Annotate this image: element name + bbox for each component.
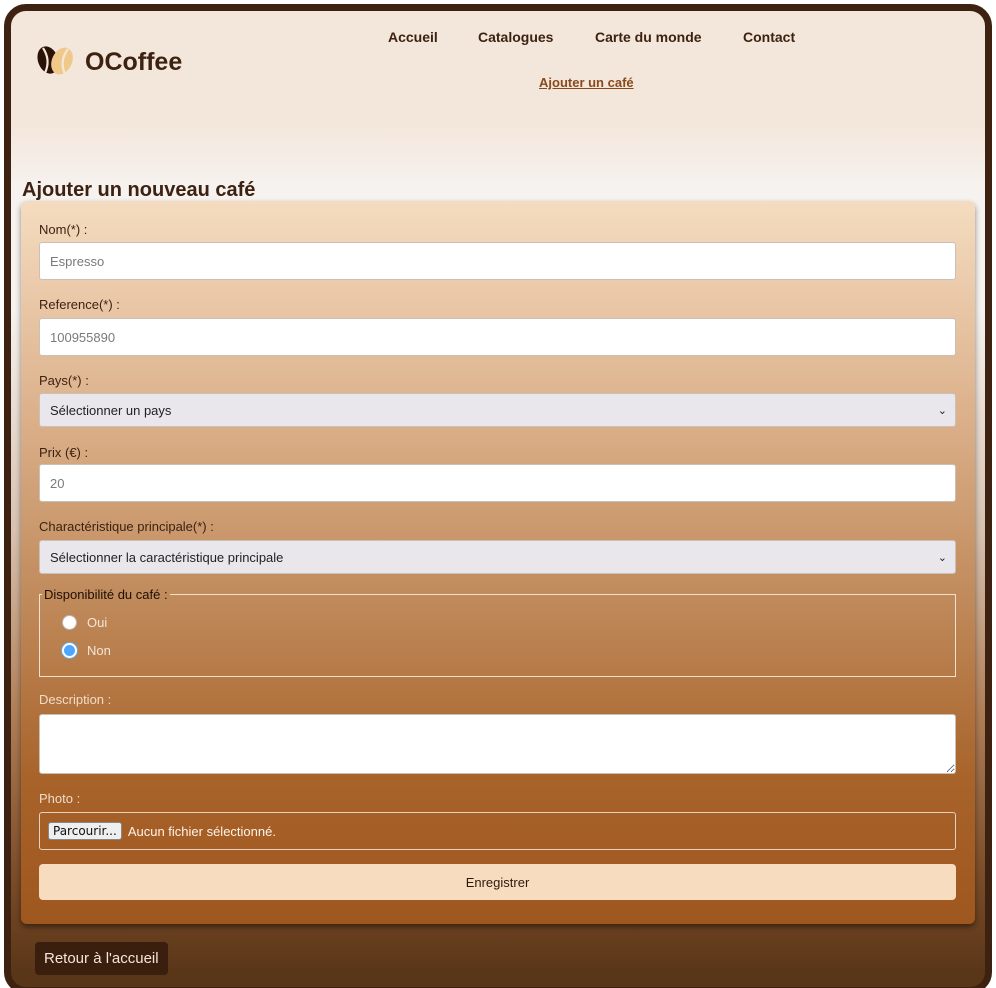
description-textarea[interactable] [39,714,956,774]
add-coffee-form: Nom(*) : Reference(*) : Pays(*) : Sélect… [21,201,975,924]
photo-label: Photo : [39,791,81,806]
page-title: Ajouter un nouveau café [22,179,256,201]
availability-option-non[interactable]: Non [62,636,955,664]
app-frame: OCoffee Accueil Catalogues Carte du mond… [4,4,992,988]
country-select[interactable]: Sélectionner un pays ⌄ [39,393,956,427]
coffee-bean-icon [35,43,75,82]
reference-input[interactable] [39,318,956,356]
name-label: Nom(*) : [39,222,88,237]
nav-contact[interactable]: Contact [743,29,795,45]
country-select-value: Sélectionner un pays [50,402,172,418]
characteristic-select-value: Sélectionner la caractéristique principa… [50,549,284,565]
radio-checked[interactable] [62,642,77,658]
logo-text: OCoffee [85,48,183,76]
characteristic-label: Charactéristique principale(*) : [39,519,214,534]
save-button[interactable]: Enregistrer [39,864,956,900]
characteristic-select[interactable]: Sélectionner la caractéristique principa… [39,540,956,574]
availability-option-label: Non [87,642,111,658]
logo[interactable]: OCoffee [35,43,182,82]
nav-carte-du-monde[interactable]: Carte du monde [595,29,702,45]
description-label: Description : [39,692,112,707]
radio-unchecked[interactable] [62,614,77,630]
availability-fieldset: Disponibilité du café : Oui Non [39,587,956,677]
country-label: Pays(*) : [39,373,89,388]
price-input[interactable] [39,464,956,502]
photo-file-input[interactable]: Parcourir... Aucun fichier sélectionné. [39,812,956,850]
back-home-button[interactable]: Retour à l'accueil [35,942,168,975]
browse-button[interactable]: Parcourir... [48,822,122,840]
chevron-down-icon: ⌄ [937,404,947,417]
file-status: Aucun fichier sélectionné. [127,823,276,839]
nav-ajouter-un-cafe[interactable]: Ajouter un café [539,75,634,90]
chevron-down-icon: ⌄ [937,551,947,564]
nav-accueil[interactable]: Accueil [388,29,438,45]
name-input[interactable] [39,242,956,280]
reference-label: Reference(*) : [39,297,120,312]
availability-legend: Disponibilité du café : [44,587,168,602]
price-label: Prix (€) : [39,445,89,460]
nav-catalogues[interactable]: Catalogues [478,29,553,45]
availability-option-oui[interactable]: Oui [62,608,955,636]
availability-option-label: Oui [87,614,108,630]
